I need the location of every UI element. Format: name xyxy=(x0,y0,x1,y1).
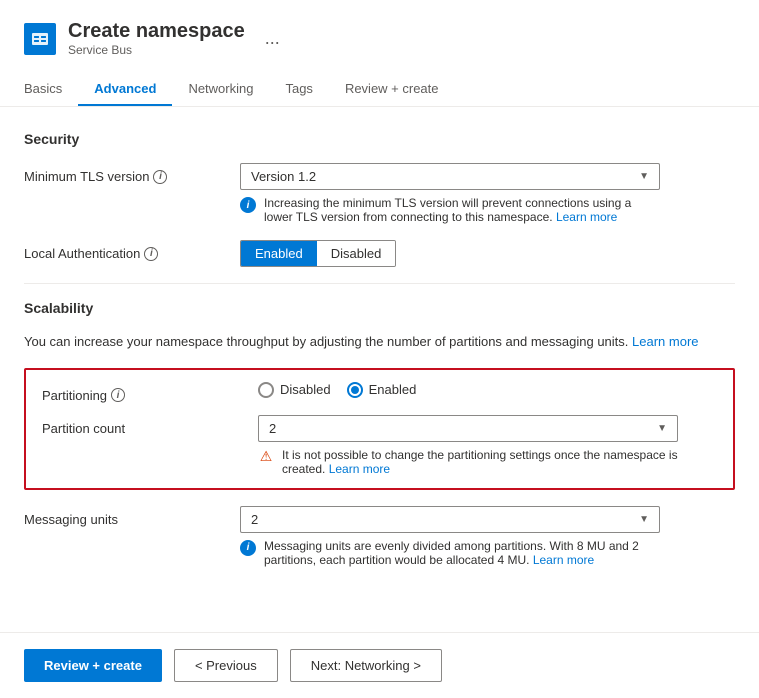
tab-review-create[interactable]: Review + create xyxy=(329,73,455,106)
tab-bar: Basics Advanced Networking Tags Review +… xyxy=(24,73,735,106)
messaging-units-row: Messaging units 2 ▼ i Messaging units ar… xyxy=(24,506,735,567)
messaging-units-label: Messaging units xyxy=(24,506,224,527)
chevron-down-icon: ▼ xyxy=(639,171,649,182)
partitioning-enabled-radio[interactable] xyxy=(347,382,363,398)
tls-info-box: i Increasing the minimum TLS version wil… xyxy=(240,196,660,224)
scalability-section: Scalability You can increase your namesp… xyxy=(24,300,735,567)
auth-toggle-group: Enabled Disabled xyxy=(240,240,396,267)
footer: Review + create < Previous Next: Network… xyxy=(0,632,759,698)
partition-count-control: 2 ▼ ⚠ It is not possible to change the p… xyxy=(258,415,717,476)
partitioning-box: Partitioning i Disabled xyxy=(24,368,735,490)
warning-triangle-icon: ⚠ xyxy=(258,449,274,465)
partitioning-disabled-option[interactable]: Disabled xyxy=(258,382,331,398)
partition-learn-more-link[interactable]: Learn more xyxy=(329,462,390,476)
tab-tags[interactable]: Tags xyxy=(269,73,328,106)
next-button[interactable]: Next: Networking > xyxy=(290,649,442,682)
scalability-title: Scalability xyxy=(24,300,735,316)
tab-basics[interactable]: Basics xyxy=(24,73,78,106)
partitioning-enabled-option[interactable]: Enabled xyxy=(347,382,417,398)
chevron-down-icon: ▼ xyxy=(639,514,649,525)
previous-button[interactable]: < Previous xyxy=(174,649,278,682)
partition-count-label: Partition count xyxy=(42,415,242,436)
tls-row: Minimum TLS version i Version 1.2 ▼ i In… xyxy=(24,163,735,224)
messaging-units-control: 2 ▼ i Messaging units are evenly divided… xyxy=(240,506,735,567)
partitioning-control: Disabled Enabled xyxy=(258,382,717,398)
auth-enabled-button[interactable]: Enabled xyxy=(241,241,317,266)
partition-count-row: Partition count 2 ▼ ⚠ It is not possible… xyxy=(42,415,717,476)
partitioning-disabled-radio[interactable] xyxy=(258,382,274,398)
auth-control: Enabled Disabled xyxy=(240,240,735,267)
main-content: Security Minimum TLS version i Version 1… xyxy=(0,107,759,632)
info-circle-icon: i xyxy=(240,540,256,556)
auth-row: Local Authentication i Enabled Disabled xyxy=(24,240,735,267)
security-title: Security xyxy=(24,131,735,147)
tls-label: Minimum TLS version i xyxy=(24,163,224,184)
tls-learn-more-link[interactable]: Learn more xyxy=(556,210,617,224)
messaging-units-select[interactable]: 2 ▼ xyxy=(240,506,660,533)
partitioning-row: Partitioning i Disabled xyxy=(42,382,717,403)
page-header: Create namespace Service Bus ... Basics … xyxy=(0,0,759,107)
messaging-learn-more-link[interactable]: Learn more xyxy=(533,553,594,567)
tab-advanced[interactable]: Advanced xyxy=(78,73,172,106)
security-section: Security Minimum TLS version i Version 1… xyxy=(24,131,735,267)
partitioning-info-icon[interactable]: i xyxy=(111,388,125,402)
tab-networking[interactable]: Networking xyxy=(172,73,269,106)
review-create-button[interactable]: Review + create xyxy=(24,649,162,682)
scalability-description: You can increase your namespace throughp… xyxy=(24,332,735,352)
more-options-button[interactable]: ... xyxy=(265,28,280,49)
info-circle-icon: i xyxy=(240,197,256,213)
scalability-learn-more-link[interactable]: Learn more xyxy=(632,334,698,349)
service-bus-icon xyxy=(24,23,56,55)
auth-disabled-button[interactable]: Disabled xyxy=(317,241,396,266)
partitioning-label: Partitioning i xyxy=(42,382,242,403)
page-title: Create namespace xyxy=(68,20,245,43)
page-subtitle: Service Bus xyxy=(68,43,245,57)
divider xyxy=(24,283,735,284)
auth-label: Local Authentication i xyxy=(24,240,224,261)
messaging-units-info-box: i Messaging units are evenly divided amo… xyxy=(240,539,660,567)
radio-dot xyxy=(351,386,359,394)
auth-info-icon[interactable]: i xyxy=(144,247,158,261)
tls-control: Version 1.2 ▼ i Increasing the minimum T… xyxy=(240,163,735,224)
tls-version-select[interactable]: Version 1.2 ▼ xyxy=(240,163,660,190)
partitioning-radio-group: Disabled Enabled xyxy=(258,382,717,398)
partition-warning-box: ⚠ It is not possible to change the parti… xyxy=(258,448,678,476)
tls-info-icon[interactable]: i xyxy=(153,170,167,184)
chevron-down-icon: ▼ xyxy=(657,423,667,434)
partition-count-select[interactable]: 2 ▼ xyxy=(258,415,678,442)
